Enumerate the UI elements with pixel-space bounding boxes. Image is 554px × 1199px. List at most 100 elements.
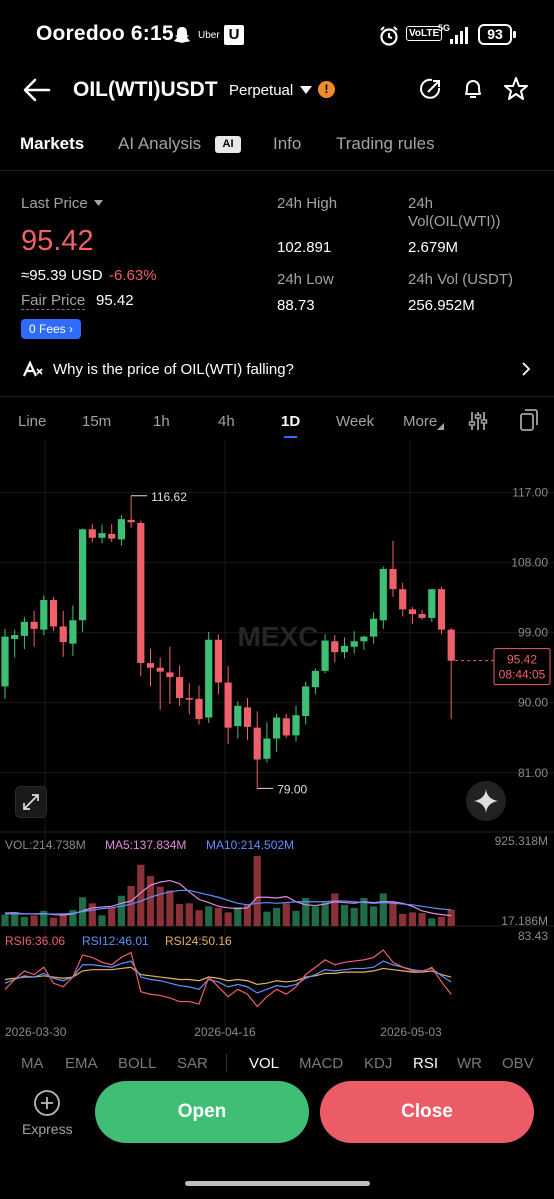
volume-bar (273, 907, 281, 926)
volume-bar (234, 907, 242, 926)
candle-down (30, 621, 38, 629)
volume-bar (127, 885, 135, 926)
candle-down (253, 727, 261, 760)
ai-logo-icon (23, 360, 43, 377)
vol-usdt-label: 24h Vol (USDT) (408, 271, 514, 288)
tf-4h[interactable]: 4h (218, 413, 235, 430)
chevron-right-icon[interactable] (521, 362, 531, 376)
bell-icon[interactable] (461, 77, 485, 101)
snapchat-icon (174, 27, 190, 43)
candle-up (302, 686, 310, 716)
candle-up (370, 618, 378, 637)
volume-bar (176, 904, 184, 926)
copy-chart-icon[interactable] (518, 408, 540, 432)
candle-down (195, 698, 203, 720)
candle-up (69, 620, 77, 644)
open-button[interactable]: Open (95, 1081, 309, 1143)
candle-up (234, 705, 242, 727)
tf-1d[interactable]: 1D (281, 413, 300, 430)
countdown-label: 08:44:05 (499, 668, 546, 682)
volume-bar (253, 856, 261, 926)
volume-bar (331, 893, 339, 926)
tf-more[interactable]: More (403, 413, 437, 430)
share-icon[interactable] (419, 77, 443, 101)
price-axis-label: 90.00 (518, 696, 548, 710)
tf-15m[interactable]: 15m (82, 413, 111, 430)
express-label[interactable]: Express (22, 1121, 73, 1137)
caret-down-icon[interactable] (299, 85, 313, 95)
tf-week[interactable]: Week (336, 413, 374, 430)
candle-up (340, 645, 349, 653)
candle-down (156, 667, 164, 672)
candle-up (360, 636, 368, 642)
volume-bar (195, 910, 203, 926)
volume-bar (30, 915, 38, 926)
tf-active-underline (284, 436, 297, 438)
volume-bar (399, 913, 407, 926)
candle-down (224, 682, 232, 728)
last-price-caret-icon[interactable] (93, 199, 104, 207)
zero-fees-badge[interactable]: 0 Fees › (21, 319, 82, 339)
candle-up (11, 635, 19, 639)
contract-type[interactable]: Perpetual (229, 82, 293, 99)
candle-down (437, 589, 446, 630)
express-plus-icon[interactable] (33, 1089, 61, 1117)
tab-ai-analysis[interactable]: AI Analysis (118, 134, 201, 154)
ai-question-text[interactable]: Why is the price of OIL(WTI) falling? (53, 361, 294, 378)
ai-sparkle-button-icon[interactable] (465, 780, 507, 822)
tf-line[interactable]: Line (18, 413, 46, 430)
volume-bar (340, 904, 349, 926)
volume-bar (1, 914, 9, 926)
last-price-value: 95.42 (21, 225, 94, 257)
price-change: -6.63% (109, 267, 157, 284)
close-button[interactable]: Close (320, 1081, 534, 1143)
volume-bar (108, 907, 116, 926)
ind-sar[interactable]: SAR (177, 1055, 208, 1072)
ind-ema[interactable]: EMA (65, 1055, 98, 1072)
vol-base-label-line1: 24h (408, 195, 434, 212)
candle-down (59, 626, 67, 643)
indicator-separator (226, 1054, 227, 1072)
volume-bar (311, 906, 319, 926)
favorite-star-icon[interactable] (503, 76, 529, 102)
fair-price-value: 95.42 (96, 292, 134, 309)
ind-vol[interactable]: VOL (249, 1055, 279, 1072)
expand-chart-icon[interactable] (15, 786, 47, 818)
volume-bar (321, 902, 329, 926)
tab-info[interactable]: Info (273, 134, 301, 154)
ind-obv[interactable]: OBV (502, 1055, 534, 1072)
rsi-max-label: 83.43 (518, 929, 548, 943)
volume-bar (117, 895, 125, 926)
tab-trading-rules[interactable]: Trading rules (336, 134, 435, 154)
pair-title[interactable]: OIL(WTI)USDT (73, 78, 218, 102)
volume-bar (11, 912, 19, 926)
back-arrow-icon[interactable] (22, 77, 52, 103)
candle-down (146, 663, 155, 668)
indicator-settings-icon[interactable] (467, 410, 489, 432)
ind-rsi[interactable]: RSI (413, 1055, 438, 1072)
volume-bar (379, 893, 387, 926)
ind-wr[interactable]: WR (457, 1055, 482, 1072)
rsi12-label: RSI12:46.01 (82, 934, 149, 948)
ind-macd[interactable]: MACD (299, 1055, 343, 1072)
candle-down (166, 672, 174, 678)
tf-1h[interactable]: 1h (153, 413, 170, 430)
more-caret-icon[interactable] (437, 423, 445, 430)
ind-ma[interactable]: MA (21, 1055, 44, 1072)
date-axis-label: 2026-04-16 (194, 1025, 256, 1039)
volume-bar (59, 913, 67, 926)
ind-boll[interactable]: BOLL (118, 1055, 156, 1072)
last-price-label[interactable]: Last Price (21, 195, 88, 212)
price-chart[interactable]: 117.00 108.00 99.00 90.00 81.00 MEXC 116.62 79.… (0, 440, 554, 1050)
candle-down (176, 677, 184, 699)
high-value: 102.891 (277, 239, 332, 256)
volte-badge: VoLTE (406, 26, 443, 41)
rsi6-label: RSI6:36.06 (5, 934, 65, 948)
fair-price-label[interactable]: Fair Price (21, 292, 86, 310)
volume-bar (437, 916, 446, 926)
ind-kdj[interactable]: KDJ (364, 1055, 392, 1072)
current-price-tag-value: 95.42 (507, 653, 537, 667)
candle-down (418, 614, 426, 618)
tab-markets[interactable]: Markets (20, 134, 84, 154)
info-warning-icon[interactable]: ! (318, 81, 335, 98)
